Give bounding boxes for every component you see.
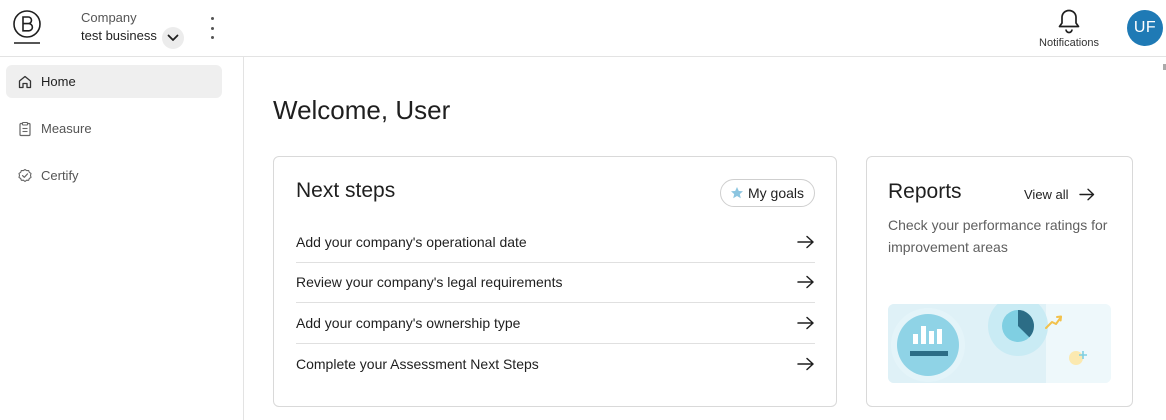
list-item[interactable]: Review your company's legal requirements: [296, 263, 815, 303]
my-goals-button[interactable]: My goals: [720, 179, 816, 207]
sidebar-item-certify[interactable]: Certify: [6, 159, 222, 192]
kebab-dot-icon: [210, 17, 214, 20]
reports-title: Reports: [888, 180, 962, 203]
my-goals-label: My goals: [748, 185, 805, 201]
kebab-dot-icon: [210, 26, 214, 30]
step-label: Review your company's legal requirements: [296, 274, 563, 291]
list-item[interactable]: Complete your Assessment Next Steps: [296, 344, 815, 385]
company-label: Company: [81, 10, 137, 25]
arrow-right-icon: [797, 276, 814, 289]
avatar[interactable]: UF: [1127, 10, 1163, 46]
sidebar-item-label: Home: [41, 74, 76, 89]
next-steps-list: Add your company's operational date Revi…: [296, 222, 815, 384]
reports-card: Reports View all Check your performance …: [866, 156, 1133, 407]
arrow-right-icon: [1078, 188, 1094, 201]
top-bar: Company test business Notifications UF: [0, 0, 1166, 57]
sidebar-item-measure[interactable]: Measure: [6, 112, 222, 145]
arrow-right-icon: [797, 357, 814, 370]
kebab-dot-icon: [210, 36, 214, 39]
reports-illustration: [888, 304, 1111, 383]
check-badge-icon: [18, 168, 32, 182]
view-all-label: View all: [1024, 187, 1069, 202]
list-item[interactable]: Add your company's operational date: [296, 222, 815, 263]
step-label: Add your company's ownership type: [296, 314, 521, 331]
reports-description: Check your performance ratings for impro…: [888, 217, 1108, 255]
home-icon: [18, 75, 32, 88]
bell-icon: [1058, 9, 1080, 34]
sidebar-item-label: Measure: [41, 121, 92, 136]
clipboard-icon: [19, 121, 31, 136]
next-steps-card: Next steps My goals Add your company's o…: [273, 156, 837, 407]
star-icon: [731, 187, 743, 199]
arrow-right-icon: [797, 316, 814, 329]
sidebar-item-home[interactable]: Home: [6, 65, 222, 98]
sidebar-item-label: Certify: [41, 168, 79, 183]
notifications-button[interactable]: Notifications: [1036, 8, 1102, 52]
company-dropdown-button[interactable]: [162, 27, 184, 49]
b-corp-logo[interactable]: [11, 10, 43, 46]
page-title: Welcome, User: [273, 95, 451, 125]
notifications-label: Notifications: [1039, 37, 1099, 49]
step-label: Add your company's operational date: [296, 233, 527, 250]
sidebar: Home Measure Certify: [0, 57, 244, 420]
view-all-link[interactable]: View all: [1024, 187, 1095, 202]
company-name: test business: [81, 28, 157, 43]
company-switcher[interactable]: Company test business: [81, 10, 157, 45]
chevron-down-icon: [167, 34, 179, 41]
step-label: Complete your Assessment Next Steps: [296, 355, 539, 372]
next-steps-title: Next steps: [296, 179, 396, 202]
list-item[interactable]: Add your company's ownership type: [296, 303, 815, 344]
more-options-button[interactable]: [201, 16, 223, 40]
main-content: Welcome, User Next steps My goals Add yo…: [244, 57, 1166, 420]
arrow-right-icon: [797, 235, 814, 248]
